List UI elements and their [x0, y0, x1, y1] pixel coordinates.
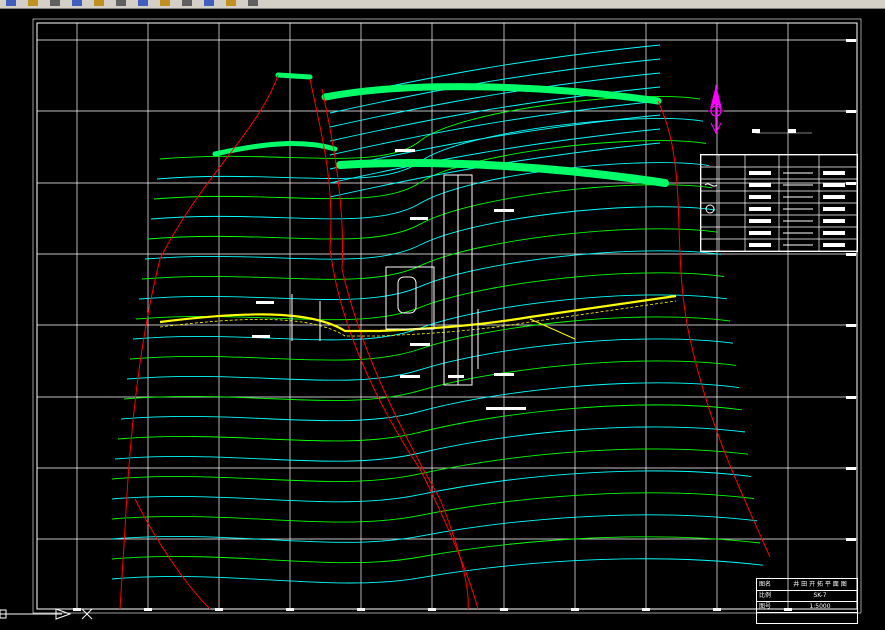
drawing-border — [32, 18, 862, 614]
tick-bottom — [215, 608, 223, 611]
legend-symbol — [823, 243, 845, 247]
tick-right — [846, 538, 856, 541]
legend-symbol — [749, 243, 771, 247]
drawing-label — [486, 407, 526, 410]
drawing-label — [410, 343, 430, 346]
roadway-branch — [529, 318, 576, 340]
legend-symbol — [823, 195, 845, 199]
contour-line — [111, 558, 764, 584]
drawing-labels — [252, 149, 526, 410]
boundary-sw — [134, 498, 211, 610]
title-block: 图名 井 田 开 拓 平 面 图 比例 SK-7 图号 1:5000 — [756, 578, 858, 624]
contour-line — [111, 514, 758, 543]
legend-symbol — [749, 171, 771, 175]
tick-bottom — [428, 608, 436, 611]
layer-icon[interactable] — [204, 0, 214, 6]
print-icon[interactable] — [72, 0, 82, 6]
legend-symbol — [749, 195, 771, 199]
tick-bottom — [571, 608, 579, 611]
drawing-label — [256, 301, 274, 304]
scale-value: SK-7 — [813, 592, 827, 599]
fault-band — [275, 72, 313, 80]
open-icon[interactable] — [28, 0, 38, 6]
tick-bottom — [500, 608, 508, 611]
tick-right — [846, 253, 856, 256]
legend-symbol — [749, 219, 771, 223]
pit-bottom-loop — [397, 276, 417, 314]
zoom-icon[interactable] — [160, 0, 170, 6]
tick-right — [846, 110, 856, 113]
legend-symbol — [823, 183, 845, 187]
drawing-canvas[interactable]: 图名 井 田 开 拓 平 面 图 比例 SK-7 图号 1:5000 — [0, 9, 885, 626]
tick-right — [846, 467, 856, 470]
contour-line — [111, 448, 749, 482]
drawing-label — [410, 217, 428, 220]
boundary-west — [119, 74, 279, 610]
roadway-main — [159, 294, 677, 333]
tick-right — [846, 39, 856, 42]
redo-icon[interactable] — [116, 0, 126, 6]
legend-symbol — [823, 219, 845, 223]
contour-line — [150, 162, 710, 220]
drawing-title: 井 田 开 拓 平 面 图 — [793, 581, 847, 588]
pit-bottom-structure — [385, 266, 435, 330]
pan-icon[interactable] — [138, 0, 148, 6]
fault-band — [336, 159, 669, 187]
tick-bottom — [144, 608, 152, 611]
tick-right — [846, 324, 856, 327]
contour-line — [147, 184, 713, 240]
contour-line — [329, 100, 661, 156]
tick-bottom — [286, 608, 294, 611]
legend-fault-icon — [704, 183, 718, 187]
tick-bottom — [357, 608, 365, 611]
contour-line — [329, 72, 661, 128]
legend-symbol — [749, 183, 771, 187]
new-icon[interactable] — [6, 0, 16, 6]
drawing-no-value: 1:5000 — [809, 603, 831, 610]
toolbar — [0, 0, 885, 9]
contour-line — [329, 142, 661, 198]
legend-grid — [700, 154, 858, 252]
title-key: 图名 — [759, 581, 772, 588]
drawing-label — [252, 335, 270, 338]
legend-symbol — [823, 231, 845, 235]
legend-symbol — [823, 207, 845, 211]
undo-icon[interactable] — [94, 0, 104, 6]
drawing-label — [494, 373, 514, 376]
tick-bottom — [713, 608, 721, 611]
tick-right — [846, 396, 856, 399]
shaft-structures — [291, 174, 479, 386]
legend-shaft-icon — [705, 204, 715, 214]
legend-symbol — [749, 231, 771, 235]
drawing-label — [400, 375, 420, 378]
fault-band — [212, 141, 338, 157]
drawing-label — [494, 209, 514, 212]
contour-line — [129, 316, 731, 361]
tick-bottom — [642, 608, 650, 611]
properties-icon[interactable] — [182, 0, 192, 6]
legend-symbol — [749, 207, 771, 211]
legend-header — [752, 129, 812, 134]
legend-symbol — [823, 171, 845, 175]
contour-line — [138, 250, 722, 300]
match-icon[interactable] — [226, 0, 236, 6]
save-icon[interactable] — [50, 0, 60, 6]
drawing-label — [395, 149, 415, 152]
drawing-no-row: 图号 1:5000 — [757, 601, 857, 613]
ucs-icon — [0, 605, 95, 623]
drawing-label — [448, 375, 464, 378]
main-roadway — [159, 294, 677, 340]
contour-line — [111, 470, 752, 503]
contour-line — [114, 426, 746, 462]
legend-table — [700, 154, 858, 252]
help-icon[interactable] — [248, 0, 258, 6]
fault-zones — [212, 72, 669, 187]
scale-key: 比例 — [759, 592, 772, 599]
contour-line — [117, 404, 743, 442]
contour-lines — [111, 44, 764, 584]
coordinate-grid — [37, 23, 857, 609]
cad-drawing — [32, 18, 862, 614]
drawing-no-key: 图号 — [759, 603, 772, 610]
north-arrow-icon — [708, 85, 724, 135]
